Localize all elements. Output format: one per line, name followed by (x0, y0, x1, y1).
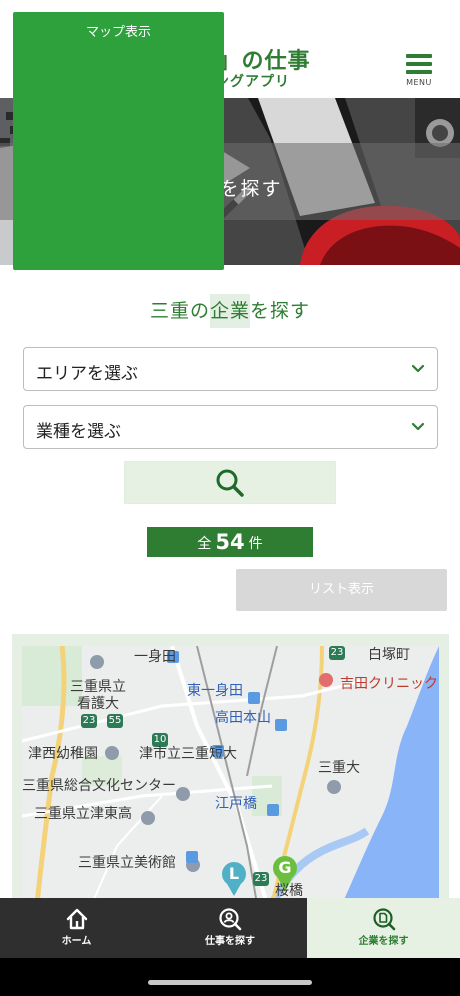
map-label-mieken-kango-2: 看護大 (77, 696, 119, 712)
industry-select-value: 業種を選ぶ (36, 422, 121, 442)
document-search-icon (372, 908, 395, 931)
route-shield-55: 55 (108, 715, 122, 726)
home-indicator[interactable] (148, 980, 312, 985)
map-label-tsu-shiritsu: 津市立三重短大 (139, 746, 237, 762)
map-container: 一身田 東一身田 三重県立 看護大 高田本山 吉田クリニック 津西幼稚園 津市立… (12, 634, 449, 904)
result-count-number: 54 (215, 530, 245, 554)
route-shield-23c: 23 (254, 873, 268, 884)
search-button[interactable] (124, 461, 336, 504)
hamburger-icon-bar (406, 62, 432, 66)
area-select-value: エリアを選ぶ (36, 364, 138, 384)
area-select[interactable]: エリアを選ぶ (23, 347, 438, 391)
nav-jobs[interactable]: 仕事を探す (153, 898, 307, 958)
map-label-takada-honzan: 高田本山 (215, 710, 271, 726)
result-count-prefix: 全 (197, 536, 212, 552)
app-screen: 「みえ」の仕事 マッチングアプリ MENU 企業を探す 三重の企業を探す エリア… (0, 0, 460, 996)
hamburger-icon (406, 54, 432, 58)
map-label-shiozukacho: 白塚町 (368, 647, 410, 663)
system-home-area (0, 958, 460, 996)
map-label-yoshida-clinic: 吉田クリニック (340, 676, 438, 692)
map-view[interactable]: 一身田 東一身田 三重県立 看護大 高田本山 吉田クリニック 津西幼稚園 津市立… (22, 646, 439, 904)
map-pin-l[interactable]: L (227, 864, 241, 883)
map-label-mie-dai: 三重大 (318, 760, 360, 776)
map-pin-g[interactable]: G (278, 858, 292, 877)
section-title-prefix: 三重の (149, 300, 210, 322)
section-title-suffix: を探す (250, 300, 311, 322)
section-title: 三重の企業を探す (0, 294, 460, 328)
section-title-highlight: 企業 (209, 294, 250, 328)
route-shield-10: 10 (153, 734, 167, 745)
person-search-icon (219, 908, 242, 931)
result-count-suffix: 件 (248, 536, 263, 552)
map-label-edobashi: 江戸橋 (215, 796, 257, 812)
map-label-higashi-ichimida: 東一身田 (187, 683, 243, 699)
map-label-kyobashi: 桜橋 (275, 883, 303, 899)
route-shield-23a: 23 (82, 715, 96, 726)
list-view-tab[interactable]: リスト表示 (236, 569, 447, 611)
map-label-tsu-higashi: 三重県立津東高 (34, 806, 132, 822)
menu-button[interactable]: MENU (402, 54, 436, 90)
bottom-nav: ホーム 仕事を探す 企業を探す (0, 898, 460, 958)
industry-select[interactable]: 業種を選ぶ (23, 405, 438, 449)
map-label-ichimida: 一身田 (134, 649, 176, 665)
nav-jobs-label: 仕事を探す (205, 936, 255, 947)
result-count-badge: 全 54 件 (147, 527, 313, 557)
chevron-down-icon (411, 422, 425, 431)
chevron-down-icon (411, 364, 425, 373)
map-label-sogo-bunka: 三重県総合文化センター (22, 778, 176, 794)
map-label-bijutsukan: 三重県立美術館 (78, 855, 176, 871)
map-label-tsu-nishi: 津西幼稚園 (28, 746, 98, 762)
nav-companies-label: 企業を探す (358, 936, 409, 947)
nav-companies[interactable]: 企業を探す (307, 898, 460, 958)
menu-label: MENU (406, 78, 432, 87)
route-shield-23b: 23 (330, 647, 344, 658)
hamburger-icon-bar (406, 70, 432, 74)
nav-home[interactable]: ホーム (0, 898, 153, 958)
map-view-tab[interactable]: マップ表示 (13, 12, 224, 270)
search-icon (216, 469, 244, 497)
home-icon (66, 908, 87, 930)
nav-home-label: ホーム (61, 936, 92, 947)
